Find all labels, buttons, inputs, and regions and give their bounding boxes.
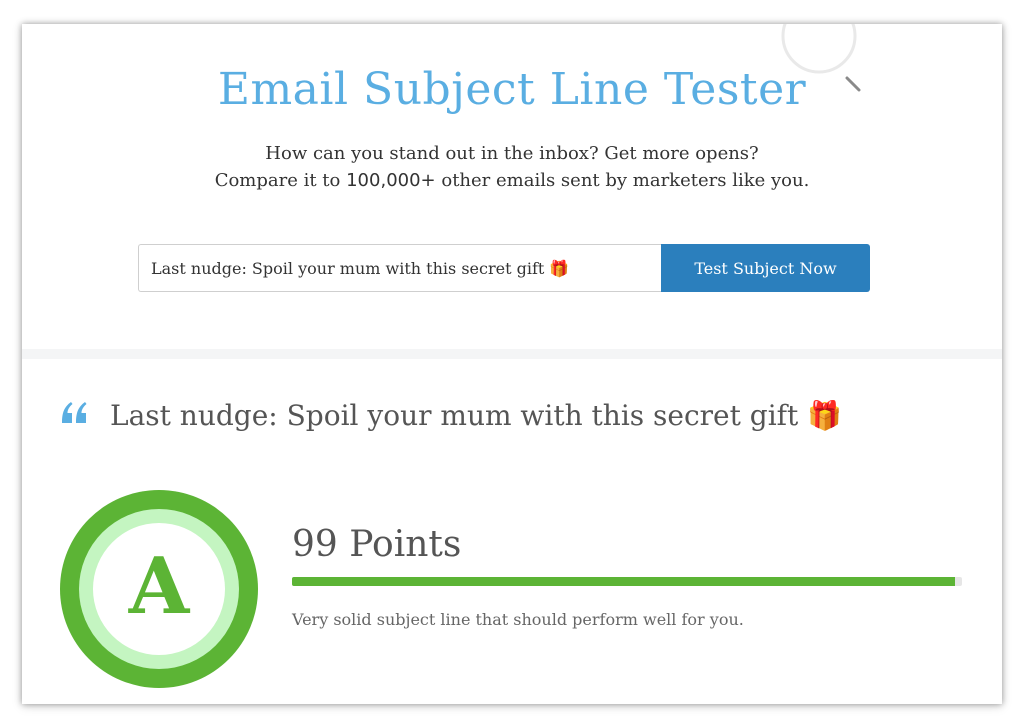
subtitle-line-2: Compare it to 100,000+ other emails sent… — [22, 170, 1002, 191]
subject-test-form: Test Subject Now — [138, 244, 870, 292]
test-subject-button[interactable]: Test Subject Now — [661, 244, 870, 292]
subtitle-line-2-suffix: other emails sent by marketers like you. — [435, 170, 810, 191]
hero-section: Email Subject Line Tester How can you st… — [22, 24, 1002, 349]
page-card: Email Subject Line Tester How can you st… — [22, 24, 1002, 704]
score-description: Very solid subject line that should perf… — [292, 610, 744, 629]
subtitle-line-1: How can you stand out in the inbox? Get … — [265, 143, 759, 164]
tested-subject-line: Last nudge: Spoil your mum with this sec… — [110, 399, 843, 432]
score-progress-bar — [292, 577, 962, 586]
quote-icon — [62, 402, 87, 423]
section-divider — [22, 349, 1002, 359]
subtitle-line-2-prefix: Compare it to — [214, 170, 347, 191]
subtitle-email-count: 100,000+ — [346, 170, 436, 191]
page-title: Email Subject Line Tester — [217, 64, 807, 115]
score-points: 99 Points — [292, 524, 462, 565]
result-section: Last nudge: Spoil your mum with this sec… — [22, 359, 1002, 704]
grade-letter: A — [128, 541, 190, 632]
score-progress-fill — [292, 577, 956, 586]
grade-badge: A — [60, 490, 258, 688]
subject-line-input[interactable] — [138, 244, 661, 292]
